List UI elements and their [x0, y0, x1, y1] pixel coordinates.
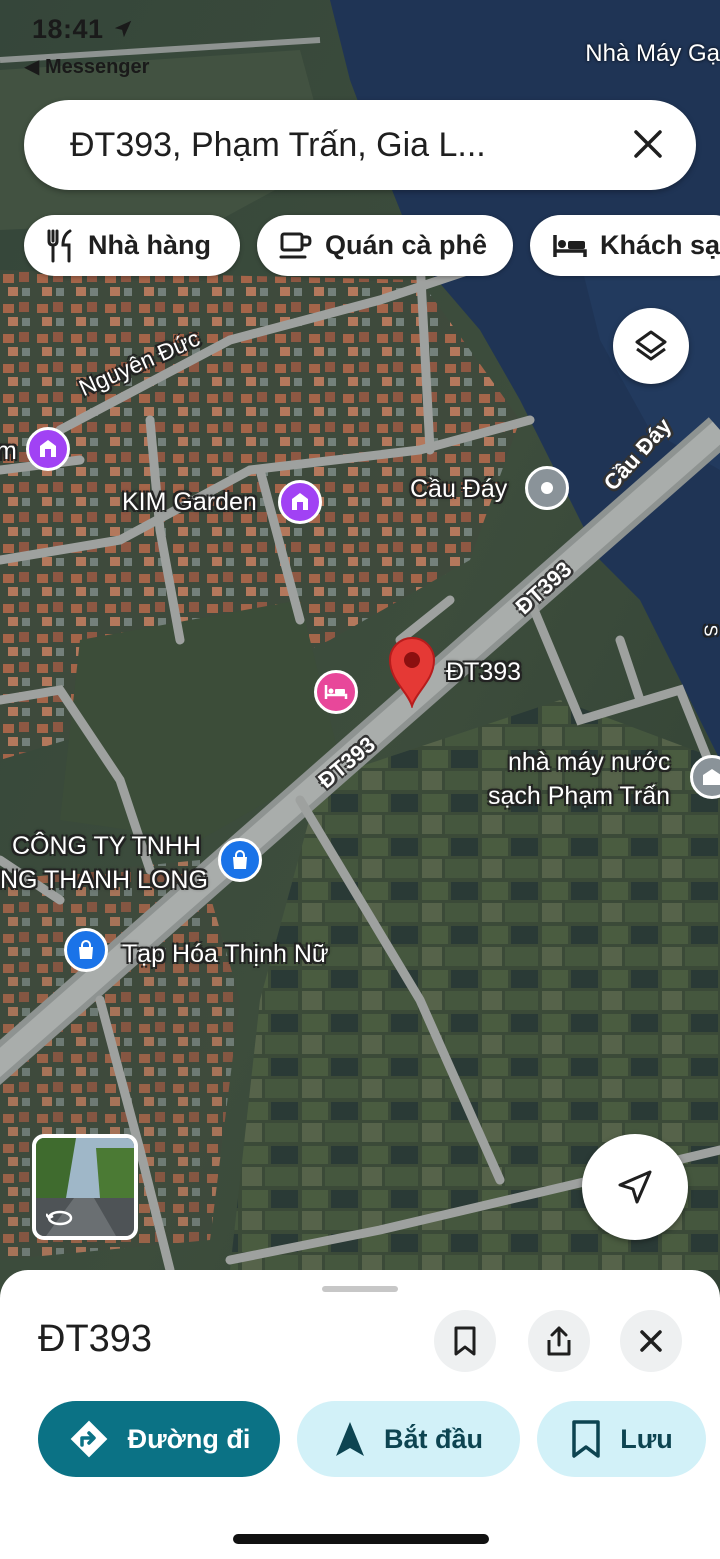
- chip-coffee[interactable]: Quán cà phê: [257, 215, 513, 276]
- label-nha-may-nuoc-line2[interactable]: sạch Phạm Trấn: [488, 782, 670, 811]
- sheet-drag-handle[interactable]: [322, 1286, 398, 1292]
- building-icon: [703, 769, 720, 785]
- place-title: ĐT393: [38, 1318, 153, 1360]
- label-kim-garden[interactable]: KIM Garden: [122, 488, 257, 517]
- home-indicator: [233, 1534, 489, 1544]
- rotate-360-icon: [46, 1210, 73, 1226]
- bed-icon: [324, 685, 348, 699]
- landmark-icon: [40, 440, 56, 457]
- tap-hoa-poi[interactable]: [64, 928, 108, 972]
- coffee-icon: [279, 232, 312, 258]
- selected-location-pin-icon[interactable]: [386, 636, 438, 708]
- share-button[interactable]: [528, 1310, 590, 1372]
- label-edge-m: m: [0, 437, 17, 465]
- hotel-icon: [553, 234, 587, 257]
- kim-garden-poi[interactable]: [278, 480, 322, 524]
- label-cong-ty-line1[interactable]: CÔNG TY TNHH: [12, 832, 201, 861]
- directions-button[interactable]: Đường đi: [38, 1401, 280, 1477]
- place-dot-icon: [541, 482, 553, 494]
- label-cau-day[interactable]: Cầu Đáy: [410, 475, 507, 504]
- shop-poi[interactable]: [218, 838, 262, 882]
- shopping-bag-icon: [233, 850, 247, 869]
- top-right-map-label: Nhà Máy Gạ: [585, 40, 720, 67]
- close-icon: [640, 1330, 662, 1352]
- layers-button[interactable]: [613, 308, 689, 384]
- my-location-button[interactable]: [582, 1134, 688, 1240]
- status-time: 18:41: [32, 14, 134, 45]
- attraction-poi[interactable]: [26, 427, 70, 471]
- label-edge-s: S: [700, 624, 720, 637]
- search-text[interactable]: ĐT393, Phạm Trấn, Gia L...: [70, 126, 486, 165]
- share-icon: [547, 1326, 571, 1356]
- street-view-thumbnail[interactable]: [32, 1134, 138, 1240]
- start-button[interactable]: Bắt đầu: [297, 1401, 520, 1477]
- layers-icon: [635, 330, 667, 361]
- bookmark-icon: [572, 1420, 600, 1458]
- place-sheet[interactable]: ĐT393 Đường đi Bắt đầu Lưu: [0, 1270, 720, 1559]
- close-icon[interactable]: [628, 124, 668, 164]
- shopping-bag-icon: [79, 940, 93, 959]
- cau-day-poi[interactable]: [525, 466, 569, 510]
- navigation-arrow-icon: [335, 1422, 364, 1456]
- chip-restaurants[interactable]: Nhà hàng: [24, 215, 240, 276]
- chip-label: Khách sạ: [600, 230, 720, 260]
- search-bar[interactable]: ĐT393, Phạm Trấn, Gia L...: [24, 100, 696, 190]
- start-label: Bắt đầu: [383, 1423, 483, 1454]
- label-cong-ty-line2[interactable]: NG THANH LONG: [0, 866, 208, 895]
- chip-label: Quán cà phê: [325, 230, 488, 260]
- save-icon-button[interactable]: [434, 1310, 496, 1372]
- label-dt393-pin: ĐT393: [446, 658, 522, 686]
- directions-label: Đường đi: [127, 1423, 251, 1454]
- landmark-icon: [292, 493, 308, 510]
- label-tap-hoa[interactable]: Tạp Hóa Thịnh Nữ: [122, 940, 329, 969]
- chip-label: Nhà hàng: [88, 230, 212, 260]
- hotel-poi[interactable]: [314, 670, 358, 714]
- location-arrow-icon: [114, 20, 131, 38]
- save-button[interactable]: Lưu: [537, 1401, 706, 1477]
- chip-hotels[interactable]: Khách sạ: [530, 215, 720, 276]
- bookmark-icon: [454, 1326, 476, 1356]
- back-to-messenger[interactable]: ◀ Messenger: [24, 54, 149, 79]
- close-sheet-button[interactable]: [620, 1310, 682, 1372]
- label-nha-may-nuoc-line1[interactable]: nhà máy nước: [508, 748, 670, 777]
- navigation-arrow-icon: [618, 1170, 652, 1204]
- directions-icon: [70, 1420, 108, 1458]
- save-label: Lưu: [620, 1423, 673, 1454]
- restaurant-icon: [47, 229, 72, 262]
